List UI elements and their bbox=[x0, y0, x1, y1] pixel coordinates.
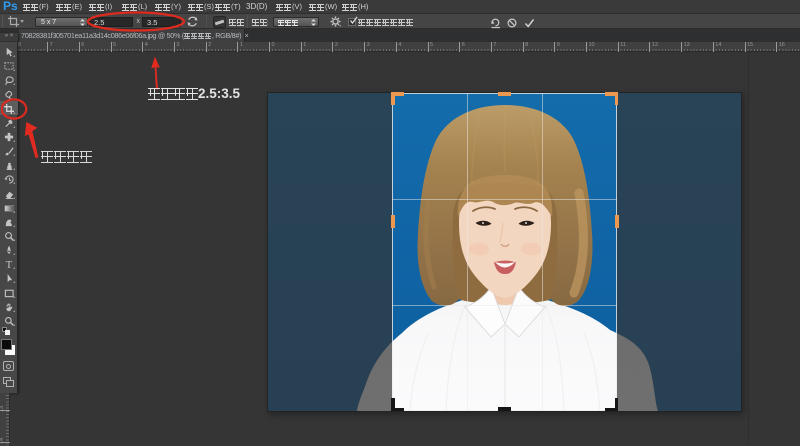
svg-text:T: T bbox=[5, 260, 12, 269]
